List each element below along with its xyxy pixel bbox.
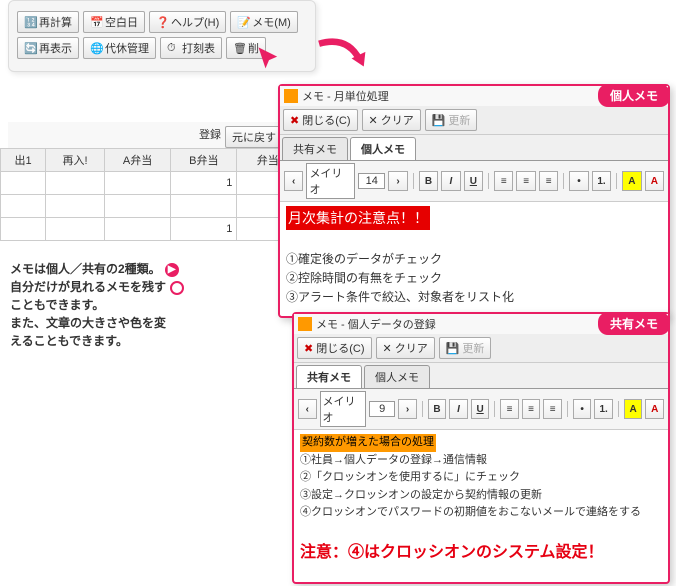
close-button[interactable]: ✖閉じる(C) [283,109,358,131]
align-left-button[interactable]: ≡ [494,171,513,191]
align-center-button[interactable]: ≡ [522,399,541,419]
close-icon: ✖ [304,342,313,355]
bento-table: 出1 再入! A弁当 B弁当 弁当代 1500 1500 [0,148,310,241]
clear-button[interactable]: ✕クリア [376,337,435,359]
memo-line: ①社員→個人データの登録→通信情報 [300,452,662,470]
mgmt-icon: 🌐 [90,42,102,54]
col-rein: 再入! [46,149,105,172]
underline-button[interactable]: U [464,171,483,191]
decrease-icon[interactable]: ‹ [298,399,317,419]
increase-icon[interactable]: › [398,399,417,419]
window-title: メモ - 個人データの登録 [316,316,436,332]
bullet-outline-icon [170,281,184,295]
note-icon: 📝 [237,16,249,28]
bold-button[interactable]: B [428,399,447,419]
tab-shared[interactable]: 共有メモ [282,137,348,160]
save-icon: 💾 [446,342,460,355]
help-icon: ❓ [156,16,168,28]
daiku-button[interactable]: 🌐代休管理 [83,37,156,59]
save-icon: 💾 [432,114,446,127]
memo-line: ③アラート条件で絞込、対象者をリスト化 [286,288,662,307]
col-a: A弁当 [104,149,170,172]
list-ol-button[interactable]: 1. [594,399,613,419]
font-select[interactable]: メイリオ [320,391,366,427]
align-right-button[interactable]: ≡ [543,399,562,419]
memo-tabs: 共有メモ 個人メモ [280,135,668,161]
color-button[interactable]: A [645,399,664,419]
bold-button[interactable]: B [419,171,438,191]
tab-personal[interactable]: 個人メモ [350,137,416,160]
calc-icon: 🔢 [24,16,36,28]
app-icon [298,317,312,331]
highlight-button[interactable]: A [624,399,643,419]
format-toolbar: ‹ メイリオ 14 › B I U ≡ ≡ ≡ • 1. A A [280,161,668,202]
window-title: メモ - 月単位処理 [302,88,389,104]
clear-button[interactable]: ✕クリア [362,109,421,131]
explain-text: メモは個人／共有の2種類。▶ 自分だけが見れるメモを残す こともできます。 また… [10,260,250,350]
format-toolbar: ‹ メイリオ 9 › B I U ≡ ≡ ≡ • 1. A A [294,389,668,430]
memo-line: ②「クロッシオンを使用するに」にチェック [300,469,662,487]
close-icon: ✖ [290,114,299,127]
x-icon: ✕ [369,114,378,127]
table-row: 1500 [1,218,310,241]
memo-line: ④クロッシオンでパスワードの初期値をおこないメールで連絡をする [300,504,662,522]
register-label: 登録 [199,126,221,148]
align-left-button[interactable]: ≡ [500,399,519,419]
refresh-button[interactable]: 🔄再表示 [17,37,79,59]
align-right-button[interactable]: ≡ [539,171,558,191]
memo-window-shared: 共有メモ メモ - 個人データの登録 ✖閉じる(C) ✕クリア 💾更新 共有メモ… [292,312,670,584]
recalc-button[interactable]: 🔢再計算 [17,11,79,33]
calendar-icon: 📅 [90,16,102,28]
italic-button[interactable]: I [449,399,468,419]
list-ol-button[interactable]: 1. [592,171,611,191]
stamp-button[interactable]: ⏱打刻表 [160,37,222,59]
memo-window-personal: 個人メモ メモ - 月単位処理 ✖閉じる(C) ✕クリア 💾更新 共有メモ 個人… [278,84,670,318]
tab-shared[interactable]: 共有メモ [296,365,362,388]
memo-button[interactable]: 📝メモ(M) [230,11,298,33]
tab-personal[interactable]: 個人メモ [364,365,430,388]
close-button[interactable]: ✖閉じる(C) [297,337,372,359]
update-button[interactable]: 💾更新 [439,337,492,359]
warning-text: 注意：④はクロッシオンのシステム設定！ [300,540,662,566]
highlight-button[interactable]: A [622,171,641,191]
col-out1: 出1 [1,149,46,172]
color-button[interactable]: A [645,171,664,191]
memo-line: ②控除時間の有無をチェック [286,269,662,288]
stamp-icon: ⏱ [167,42,179,54]
memo-tabs: 共有メモ 個人メモ [294,363,668,389]
cursor-icon [255,45,283,73]
editor-body[interactable]: 契約数が増えた場合の処理 ①社員→個人データの登録→通信情報 ②「クロッシオンを… [294,430,668,569]
highlight-text: 契約数が増えた場合の処理 [300,434,436,452]
badge-personal: 個人メモ [598,84,670,107]
undo-button[interactable]: 元に戻す [225,126,283,148]
help-button[interactable]: ❓ヘルプ(H) [149,11,226,33]
italic-button[interactable]: I [441,171,460,191]
x-icon: ✕ [383,342,392,355]
memo-line: ③設定→クロッシオンの設定から契約情報の更新 [300,487,662,505]
font-select[interactable]: メイリオ [306,163,355,199]
align-center-button[interactable]: ≡ [516,171,535,191]
size-select[interactable]: 14 [358,173,385,189]
update-button[interactable]: 💾更新 [425,109,478,131]
table-header-row: 出1 再入! A弁当 B弁当 弁当代 [1,149,310,172]
editor-body[interactable]: 月次集計の注意点！！ ①確定後のデータがチェック ②控除時間の有無をチェック ③… [280,202,668,311]
size-select[interactable]: 9 [369,401,395,417]
delete-icon: 🗑 [233,42,245,54]
increase-icon[interactable]: › [388,171,407,191]
refresh-icon: 🔄 [24,42,36,54]
table-row: 1500 [1,172,310,195]
flow-arrow-icon [315,30,380,90]
decrease-icon[interactable]: ‹ [284,171,303,191]
list-ul-button[interactable]: • [573,399,592,419]
col-b: B弁当 [171,149,237,172]
app-icon [284,89,298,103]
blank-day-button[interactable]: 📅空白日 [83,11,145,33]
list-ul-button[interactable]: • [569,171,588,191]
table-row [1,195,310,218]
badge-shared: 共有メモ [598,312,670,335]
bullet-icon: ▶ [165,263,179,277]
underline-button[interactable]: U [471,399,490,419]
highlight-text: 月次集計の注意点！！ [286,206,430,230]
memo-line: ①確定後のデータがチェック [286,250,662,269]
